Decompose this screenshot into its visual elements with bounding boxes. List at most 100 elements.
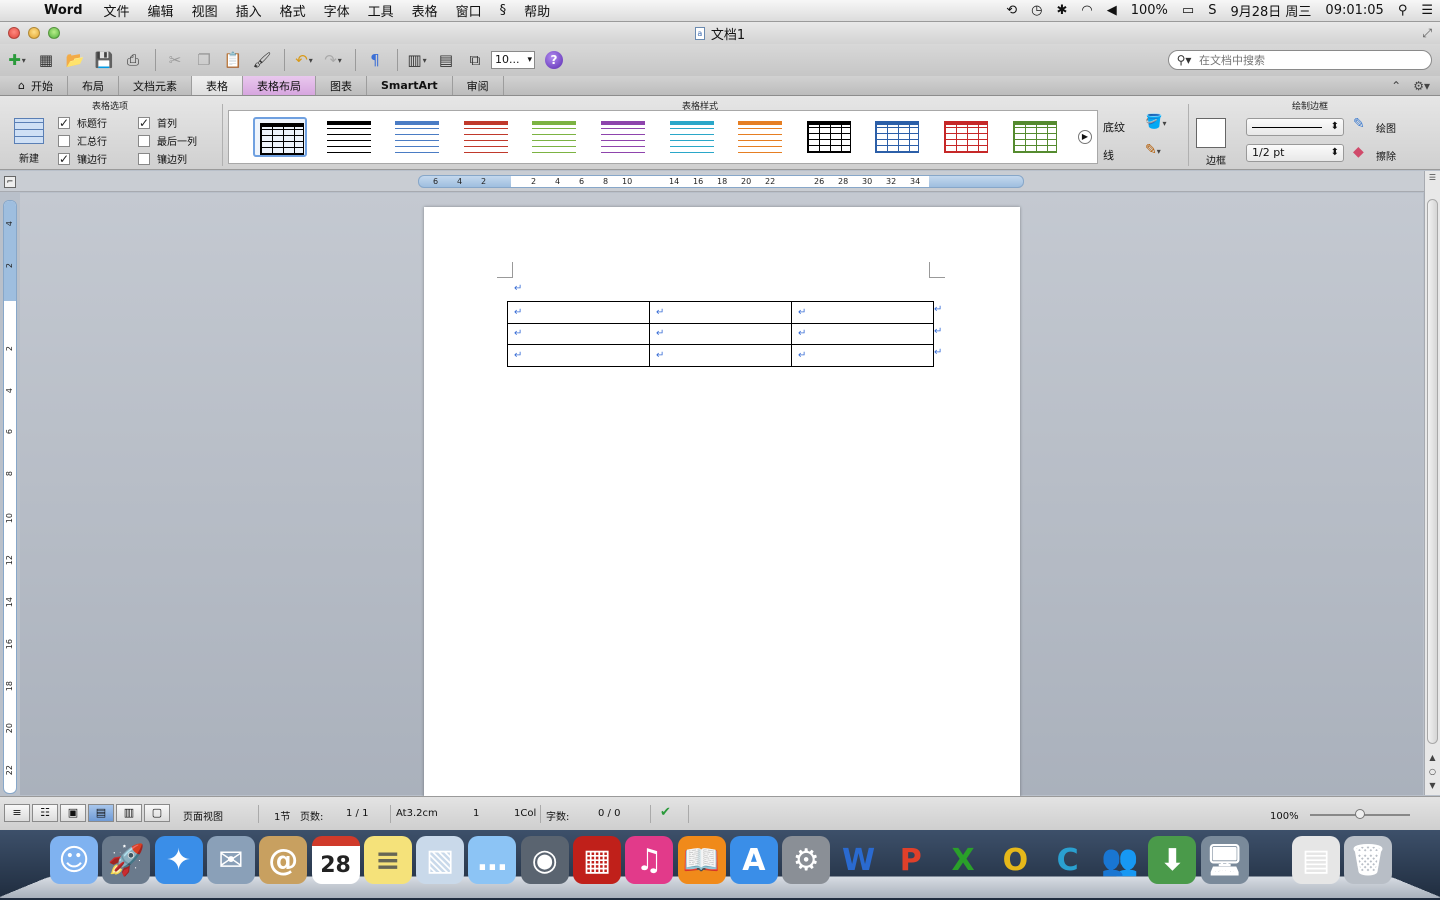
collapse-ribbon-icon[interactable]: ⌃ <box>1391 79 1401 93</box>
print-icon[interactable]: ⎙ <box>120 48 146 72</box>
appstore-icon[interactable]: A <box>729 836 778 884</box>
document-table[interactable]: ↵ ↵ ↵ ↵ ↵ ↵ ↵ ↵ ↵ <box>507 301 934 367</box>
contacts-icon[interactable]: @ <box>259 836 308 884</box>
table-cell[interactable]: ↵ <box>649 344 792 367</box>
browse-object-icon[interactable]: ○ <box>1427 767 1438 776</box>
table-style-option[interactable] <box>802 117 856 157</box>
gallery-next-icon[interactable]: ▶ <box>1078 130 1092 144</box>
checkbox[interactable] <box>58 134 70 147</box>
vertical-scrollbar[interactable]: ☰ ▲ ○ ▼ <box>1424 171 1440 795</box>
table-cell[interactable]: ↵ <box>791 301 934 324</box>
menu-font[interactable]: 字体 <box>315 1 359 20</box>
sidebar-icon[interactable]: ▥ <box>404 48 430 72</box>
communicator-icon[interactable]: C <box>1044 836 1092 884</box>
next-page-icon[interactable]: ▼ <box>1427 781 1438 790</box>
input-source-icon[interactable]: S <box>1201 3 1223 18</box>
gallery-icon[interactable]: ▦ <box>33 48 59 72</box>
trash-icon[interactable]: 🗑 <box>1344 836 1392 884</box>
line-label[interactable]: 线 <box>1103 147 1114 163</box>
app-menu[interactable]: Word <box>40 3 95 18</box>
remote-desktop-icon[interactable]: 🖥 <box>1200 836 1249 884</box>
draft-view-icon[interactable]: ≡ <box>4 804 30 822</box>
toolbox-icon[interactable]: ▤ <box>433 48 459 72</box>
horizontal-ruler[interactable]: 6 4 2 2 4 6 8 10 14 16 18 20 22 26 28 30 32 34 <box>418 175 1024 188</box>
option-total-row[interactable]: 汇总行 <box>58 133 107 148</box>
tab-table-layout[interactable]: 表格布局 <box>242 76 316 95</box>
facetime-icon[interactable]: ◉ <box>520 836 569 884</box>
powerpoint-icon[interactable]: P <box>887 836 935 884</box>
document-proxy-icon[interactable]: a <box>694 26 705 40</box>
focus-view-icon[interactable]: ▢ <box>144 804 170 822</box>
media-browser-icon[interactable]: ⧉ <box>462 48 488 72</box>
paste-icon[interactable]: 📋 <box>220 48 246 72</box>
tab-review[interactable]: 审阅 <box>453 76 504 95</box>
search-input[interactable] <box>1199 53 1419 67</box>
zoom-window-button[interactable] <box>48 27 60 39</box>
print-layout-view-icon[interactable]: ▤ <box>88 804 114 822</box>
time-machine-icon[interactable]: ◷ <box>1024 3 1049 18</box>
draw-label[interactable]: 绘图 <box>1376 120 1396 135</box>
new-document-icon[interactable]: ✚ <box>4 48 30 72</box>
table-style-option[interactable] <box>1008 117 1062 157</box>
search-box[interactable]: ⚲▾ <box>1168 50 1432 70</box>
table-style-option[interactable] <box>390 117 444 157</box>
close-window-button[interactable] <box>8 27 20 39</box>
minimize-window-button[interactable] <box>28 27 40 39</box>
document-page[interactable]: ↵ ↵ ↵ ↵ ↵ ↵ ↵ ↵ ↵ ↵ ↵ ↵ ↵ <box>424 207 1020 807</box>
safari-icon[interactable]: ✦ <box>154 836 203 884</box>
zoom-slider[interactable] <box>1310 809 1410 819</box>
table-style-option[interactable] <box>459 117 513 157</box>
option-header-row[interactable]: ✓ 标题行 <box>58 115 107 130</box>
table-cell[interactable]: ↵ <box>649 322 792 346</box>
open-icon[interactable]: 📂 <box>62 48 88 72</box>
menubar-time[interactable]: 09:01:05 <box>1318 3 1390 18</box>
line-weight-select[interactable]: 1/2 pt <box>1246 144 1344 162</box>
ribbon-settings-icon[interactable]: ⚙▾ <box>1413 79 1430 93</box>
tab-document-elements[interactable]: 文档元素 <box>119 76 192 95</box>
sync-icon[interactable]: ⟲ <box>999 3 1024 18</box>
script-menu-icon[interactable]: § <box>491 3 516 18</box>
option-last-column[interactable]: 最后一列 <box>138 133 197 148</box>
tab-charts[interactable]: 图表 <box>316 76 367 95</box>
finder-icon[interactable]: ☺ <box>50 836 98 884</box>
scrollbar-thumb[interactable] <box>1427 199 1438 744</box>
option-first-column[interactable]: ✓ 首列 <box>138 115 177 130</box>
tab-home[interactable]: ⌂ 开始 <box>4 76 68 95</box>
vertical-ruler[interactable]: 4 2 2 4 6 8 10 12 14 16 18 20 22 <box>3 200 17 794</box>
table-style-option[interactable] <box>733 117 787 157</box>
publishing-view-icon[interactable]: ▣ <box>60 804 86 822</box>
menubar-date[interactable]: 9月28日 周三 <box>1223 1 1318 20</box>
search-icon[interactable]: ⚲▾ <box>1169 53 1199 67</box>
checkbox[interactable]: ✓ <box>138 116 150 129</box>
table-style-option[interactable] <box>870 117 924 157</box>
table-cell[interactable]: ↵ <box>791 322 934 346</box>
menu-help[interactable]: 帮助 <box>515 1 559 20</box>
table-cell[interactable]: ↵ <box>507 322 650 346</box>
table-cell[interactable]: ↵ <box>507 344 650 367</box>
eraser-icon[interactable]: ◆ <box>1353 144 1364 160</box>
excel-icon[interactable]: X <box>939 836 987 884</box>
table-style-option[interactable] <box>665 117 719 157</box>
tab-smartart[interactable]: SmartArt <box>367 76 453 95</box>
menu-view[interactable]: 视图 <box>183 1 227 20</box>
menu-tools[interactable]: 工具 <box>359 1 403 20</box>
spotlight-icon[interactable]: ⚲ <box>1391 3 1415 18</box>
new-table-button[interactable]: 新建 <box>8 116 50 168</box>
proofing-status-icon[interactable]: ✔ <box>660 805 671 820</box>
word-icon[interactable]: W <box>835 836 883 884</box>
menu-format[interactable]: 格式 <box>271 1 315 20</box>
tab-stop-selector-icon[interactable]: ⌐ <box>4 176 16 188</box>
table-style-option[interactable] <box>596 117 650 157</box>
option-banded-rows[interactable]: ✓ 镶边行 <box>58 151 107 166</box>
split-view-icon[interactable]: ☰ <box>1427 173 1438 182</box>
notes-icon[interactable]: ≡ <box>363 836 412 884</box>
show-paragraph-icon[interactable]: ¶ <box>362 48 388 72</box>
itunes-icon[interactable]: ♫ <box>625 836 674 884</box>
line-color-pen-icon[interactable]: ✎▾ <box>1145 142 1161 158</box>
menu-file[interactable]: 文件 <box>95 1 139 20</box>
shading-label[interactable]: 底纹 <box>1103 119 1125 135</box>
table-style-option[interactable] <box>322 117 376 157</box>
zoom-combobox[interactable]: 10... <box>491 51 535 69</box>
shading-bucket-icon[interactable]: 🪣▾ <box>1145 114 1166 130</box>
cut-icon[interactable]: ✂ <box>162 48 188 72</box>
